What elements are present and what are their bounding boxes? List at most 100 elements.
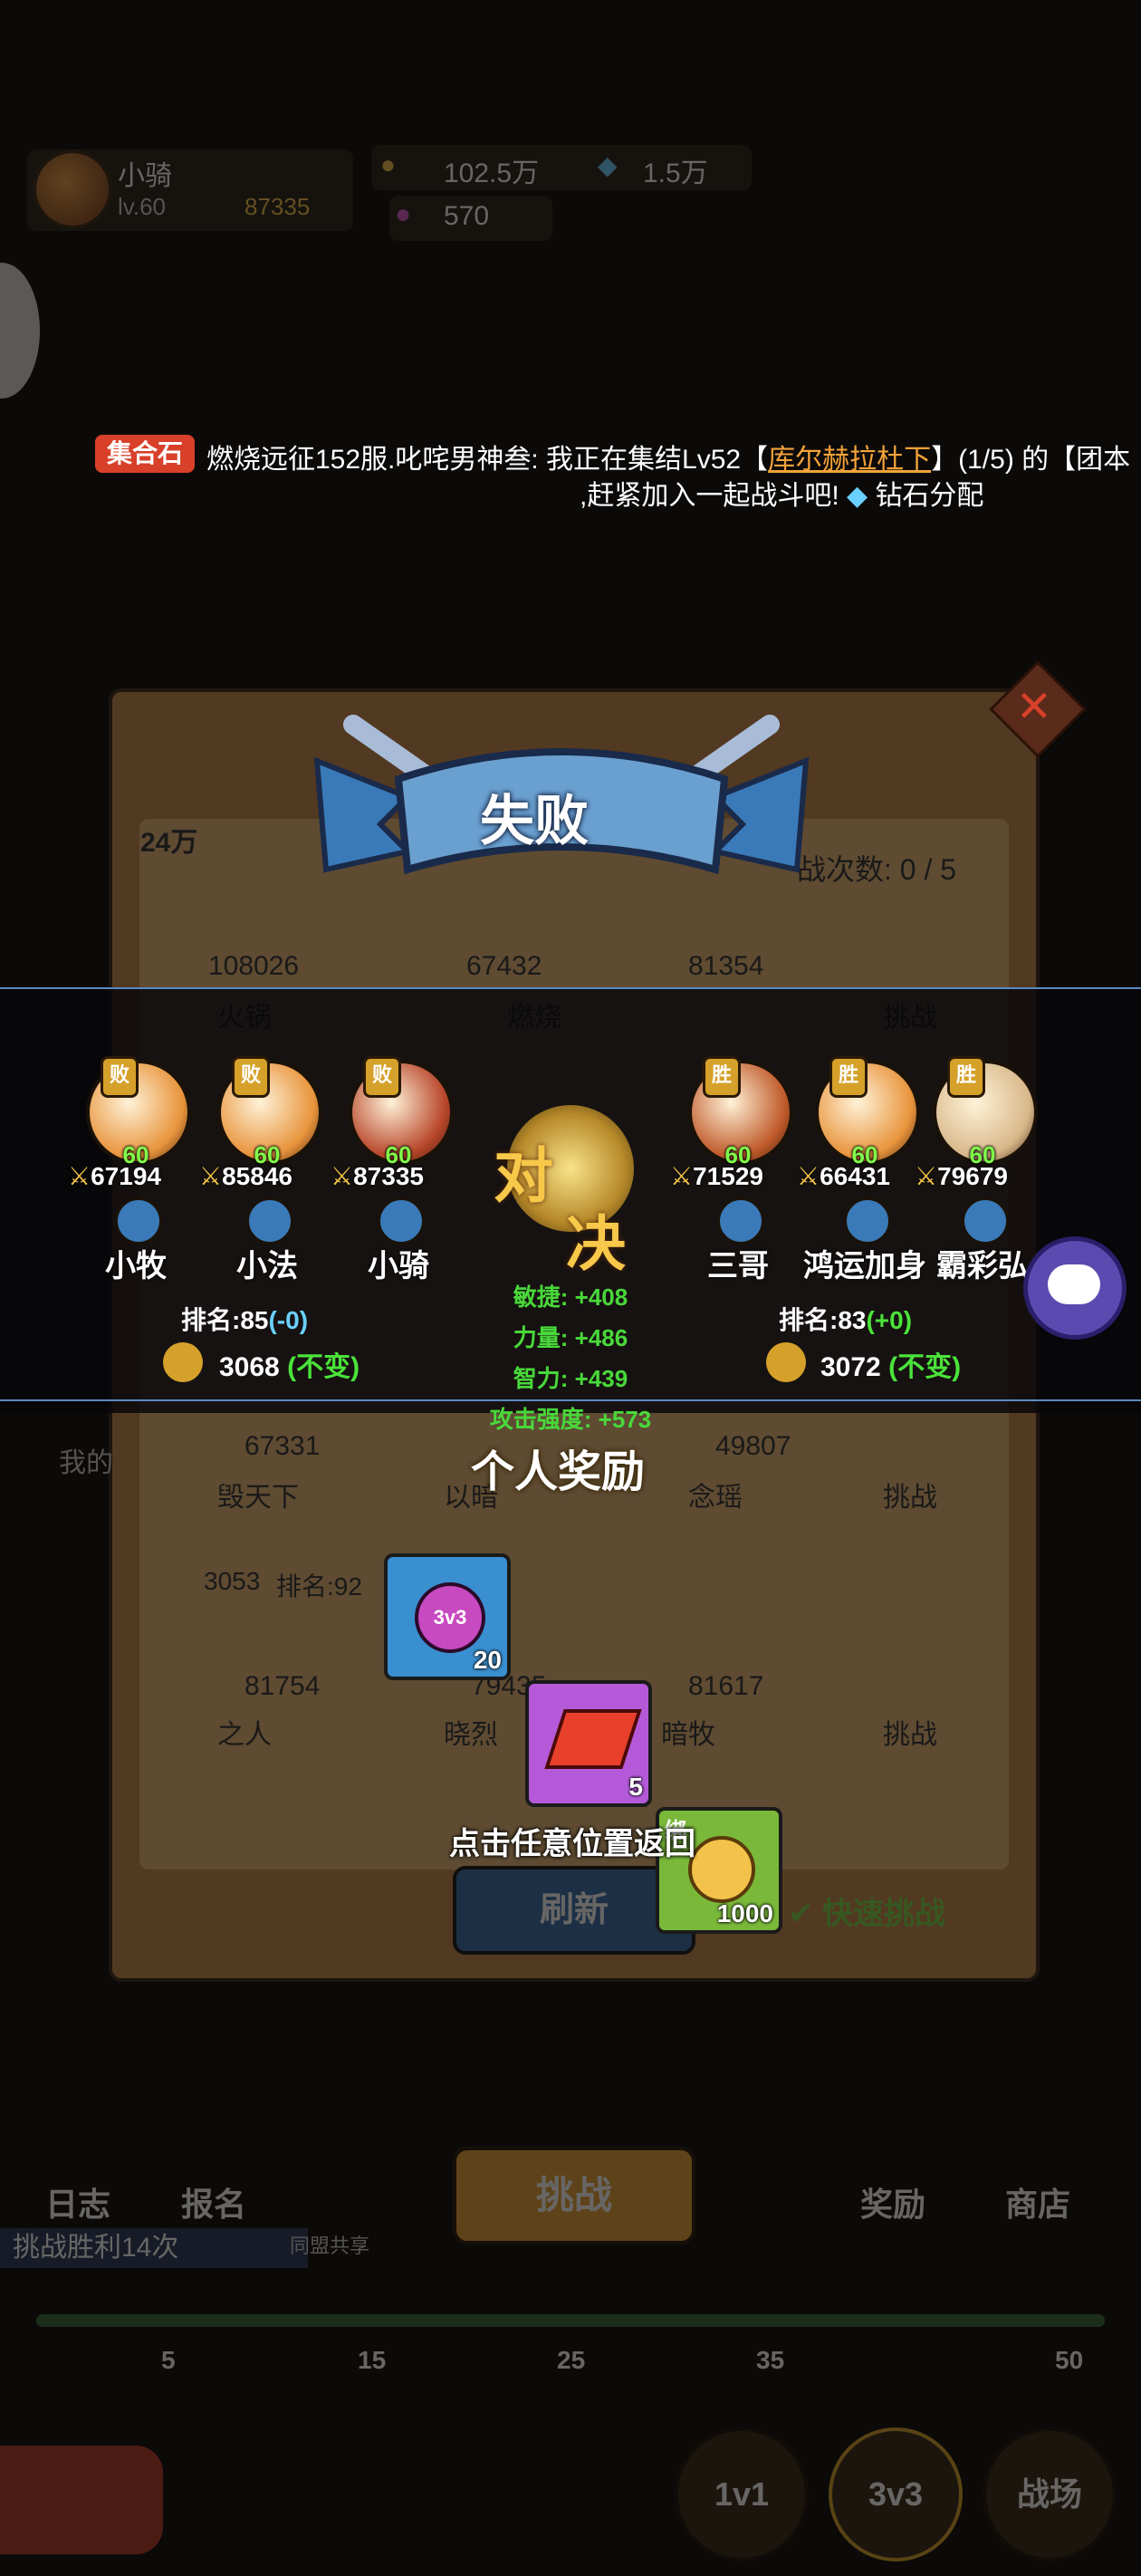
milestone-2: 15 (358, 2346, 387, 2374)
bg-tab-mine: 我的 (59, 1448, 113, 1478)
player-info-panel[interactable]: 小骑 lv.60 87335 (27, 149, 353, 231)
bg-row2-name-3: 念瑶 (688, 1483, 743, 1513)
versus-char-1: 对 (494, 1142, 553, 1209)
nav-log-button[interactable]: 日志 (45, 2178, 110, 2225)
nav-shop-button[interactable]: 商店 (1005, 2178, 1070, 2225)
diamond-icon: ◆ (847, 481, 868, 511)
nav-challenge-button[interactable]: 挑战 (453, 2147, 695, 2244)
side-handle[interactable] (0, 263, 40, 399)
versus-char-2: 决 (566, 1210, 626, 1277)
hero-slot[interactable]: 败 60 ⚔67194 小牧 (68, 1056, 204, 1283)
result-badge: 败 (363, 1056, 401, 1098)
bg-row2-name-1: 毁天下 (217, 1483, 299, 1513)
bg-row2-power-3: 49807 (715, 1431, 791, 1461)
bound-gold-icon (688, 1836, 755, 1903)
mode-3v3-button[interactable]: 3v3 (829, 2427, 963, 2562)
power-icon: ⚔ (670, 1162, 694, 1190)
power-icon: ⚔ (797, 1162, 820, 1190)
stat-strength: 力量: +486 (513, 1324, 628, 1351)
hero-power: ⚔85846 (199, 1162, 292, 1190)
class-icon (378, 1197, 425, 1245)
left-score: 3068 (不变) (219, 1352, 360, 1382)
player-avatar[interactable] (33, 149, 112, 229)
stat-attack-power: 攻击强度: +573 (489, 1406, 652, 1433)
result-badge: 胜 (703, 1056, 741, 1098)
stat-agility: 敏捷: +408 (513, 1283, 628, 1311)
win-progress-bar (36, 2314, 1105, 2327)
bg-row3-rank: 3053 (204, 1567, 261, 1595)
result-badge: 败 (101, 1056, 139, 1098)
band-top-line (0, 987, 1141, 989)
hero-slot[interactable]: 败 60 ⚔87335 小骑 (331, 1056, 466, 1283)
reward-item-1[interactable]: 3v3 20 (384, 1553, 511, 1680)
back-button[interactable] (0, 2446, 163, 2554)
power-icon: ⚔ (199, 1162, 223, 1190)
gold-icon: ● (380, 150, 396, 178)
hero-power: ⚔71529 (670, 1162, 763, 1190)
win-count-banner: 挑战胜利14次 (0, 2228, 308, 2268)
result-badge: 败 (232, 1056, 270, 1098)
hero-name: 小法 (236, 1249, 298, 1283)
currency3-amount: 570 (444, 201, 490, 231)
class-icon (115, 1197, 162, 1245)
result-title: 失败 (480, 791, 589, 851)
close-icon: ✕ (1015, 683, 1052, 732)
red-crystal-icon (544, 1709, 642, 1769)
left-rank: 排名:85(-0) (181, 1306, 309, 1334)
nav-reward-button[interactable]: 奖励 (860, 2178, 925, 2225)
chat-message[interactable]: 燃烧远征152服.叱咤男神叁: 我正在集结Lv52【库尔赫拉杜下】(1/5) 的… (206, 437, 1130, 476)
rewards-title: 个人奖励 (471, 1448, 646, 1496)
power-icon: ⚔ (915, 1162, 938, 1190)
arena-token-icon: 3v3 (415, 1582, 485, 1653)
stat-intellect: 智力: +439 (513, 1365, 628, 1392)
hero-name: 鸿运加身 (803, 1249, 926, 1283)
class-icon (717, 1197, 764, 1245)
player-name: 小骑 (118, 161, 172, 191)
hero-slot[interactable]: 胜 60 ⚔79679 霸彩弘 (915, 1056, 1050, 1283)
power-icon: ⚔ (68, 1162, 91, 1190)
mode-battlefield-button[interactable]: 战场 (983, 2427, 1117, 2562)
result-badge: 胜 (829, 1056, 868, 1098)
result-badge: 胜 (947, 1056, 985, 1098)
class-icon (844, 1197, 891, 1245)
bg-row3-name-1: 之人 (217, 1720, 272, 1750)
chat-bubble-icon (1048, 1264, 1100, 1304)
hero-slot[interactable]: 胜 60 ⚔71529 三哥 (670, 1056, 806, 1283)
milestone-5: 50 (1055, 2346, 1084, 2374)
chat-button[interactable] (1023, 1236, 1127, 1340)
hero-slot[interactable]: 败 60 ⚔85846 小法 (199, 1056, 335, 1283)
board-power: 24万 (140, 828, 198, 858)
player-level: lv.60 (118, 193, 166, 220)
power-icon: ⚔ (331, 1162, 354, 1190)
hero-slot[interactable]: 胜 60 ⚔66431 鸿运加身 (797, 1056, 933, 1283)
hero-name: 小牧 (105, 1249, 167, 1283)
nav-signup-button[interactable]: 报名 (181, 2178, 246, 2225)
bg-row3-name-3: 暗牧 (661, 1720, 715, 1750)
bound-diamond-amount: 1.5万 (643, 159, 708, 188)
bg-row3-rank-label: 排名:92 (276, 1572, 362, 1600)
currency-bar-2: ● 570 (389, 196, 552, 241)
reward-item-2[interactable]: 5 (525, 1680, 652, 1807)
hero-power: ⚔87335 (331, 1162, 424, 1190)
right-score: 3072 (不变) (820, 1352, 962, 1382)
bg-row1-power-3: 81354 (688, 951, 764, 981)
return-hint[interactable]: 点击任意位置返回 (449, 1819, 695, 1863)
mode-1v1-button[interactable]: 1v1 (675, 2427, 809, 2562)
share-label: 同盟共享 (290, 2235, 370, 2257)
right-rank: 排名:83(+0) (779, 1306, 913, 1334)
milestone-3: 25 (557, 2346, 586, 2374)
hero-power: ⚔67194 (68, 1162, 161, 1190)
currency-bar-1: ● 102.5万 ◆ 1.5万 (371, 145, 752, 190)
chat-message-line2: ,赶紧加入一起战斗吧! ◆ 钻石分配 (580, 481, 984, 511)
class-icon (962, 1197, 1009, 1245)
bg-challenge-button-3[interactable]: 挑战 (883, 1712, 937, 1752)
chat-tag: 集合石 (95, 435, 195, 473)
bg-row1-power-1: 108026 (208, 951, 300, 981)
milestone-1: 5 (161, 2346, 176, 2374)
quick-challenge-toggle[interactable]: ✔ 快速挑战 (788, 1889, 945, 1933)
chat-boss-link[interactable]: 库尔赫拉杜下 (768, 445, 931, 475)
bg-challenge-button-2[interactable]: 挑战 (883, 1475, 937, 1514)
hero-power: ⚔79679 (915, 1162, 1008, 1190)
bg-row3-name-2: 晓烈 (444, 1720, 498, 1750)
token-icon: ● (395, 199, 412, 229)
